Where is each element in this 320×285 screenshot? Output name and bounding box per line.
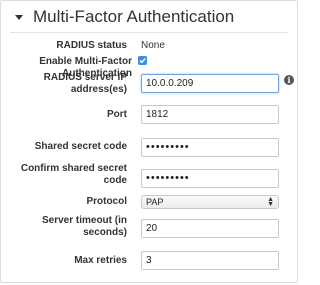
section-header[interactable]: Multi-Factor Authentication bbox=[0, 0, 300, 34]
protocol-select[interactable]: PAP ▲ ▼ bbox=[141, 195, 279, 209]
server-timeout-input[interactable]: 20 bbox=[141, 219, 279, 238]
server-ip-input[interactable]: 10.0.0.209 bbox=[141, 74, 279, 93]
confirm-secret-label: Confirm shared secret code bbox=[21, 163, 127, 187]
server-timeout-label-line1: Server timeout (in bbox=[41, 215, 127, 226]
server-ip-label-line1: RADIUS server IP bbox=[43, 72, 127, 83]
radius-status-value: None bbox=[141, 40, 165, 51]
radius-status-label: RADIUS status bbox=[56, 40, 127, 51]
check-icon bbox=[139, 58, 146, 64]
protocol-selected-value: PAP bbox=[146, 197, 164, 207]
max-retries-input[interactable]: 3 bbox=[141, 251, 279, 270]
port-input[interactable]: 1812 bbox=[141, 105, 279, 124]
confirm-secret-label-line2: code bbox=[103, 175, 127, 186]
protocol-label: Protocol bbox=[86, 196, 127, 207]
max-retries-label: Max retries bbox=[74, 255, 127, 266]
divider bbox=[10, 32, 288, 33]
server-timeout-label: Server timeout (in seconds) bbox=[42, 215, 127, 239]
section-title: Multi-Factor Authentication bbox=[33, 7, 235, 26]
confirm-secret-input[interactable]: ••••••••• bbox=[141, 169, 279, 188]
server-ip-label-line2: address(es) bbox=[70, 84, 127, 95]
enable-mfa-checkbox[interactable] bbox=[138, 56, 147, 65]
server-timeout-label-line2: seconds) bbox=[83, 227, 127, 238]
port-label: Port bbox=[107, 109, 127, 120]
select-arrows-icon: ▲ ▼ bbox=[267, 196, 274, 208]
shared-secret-input[interactable]: ••••••••• bbox=[141, 138, 279, 157]
shared-secret-label: Shared secret code bbox=[34, 141, 127, 152]
confirm-secret-label-line1: Confirm shared secret bbox=[20, 163, 127, 174]
info-icon[interactable]: i bbox=[284, 75, 294, 85]
server-ip-label: RADIUS server IP address(es) bbox=[44, 72, 127, 96]
caret-down-icon[interactable] bbox=[15, 15, 23, 20]
